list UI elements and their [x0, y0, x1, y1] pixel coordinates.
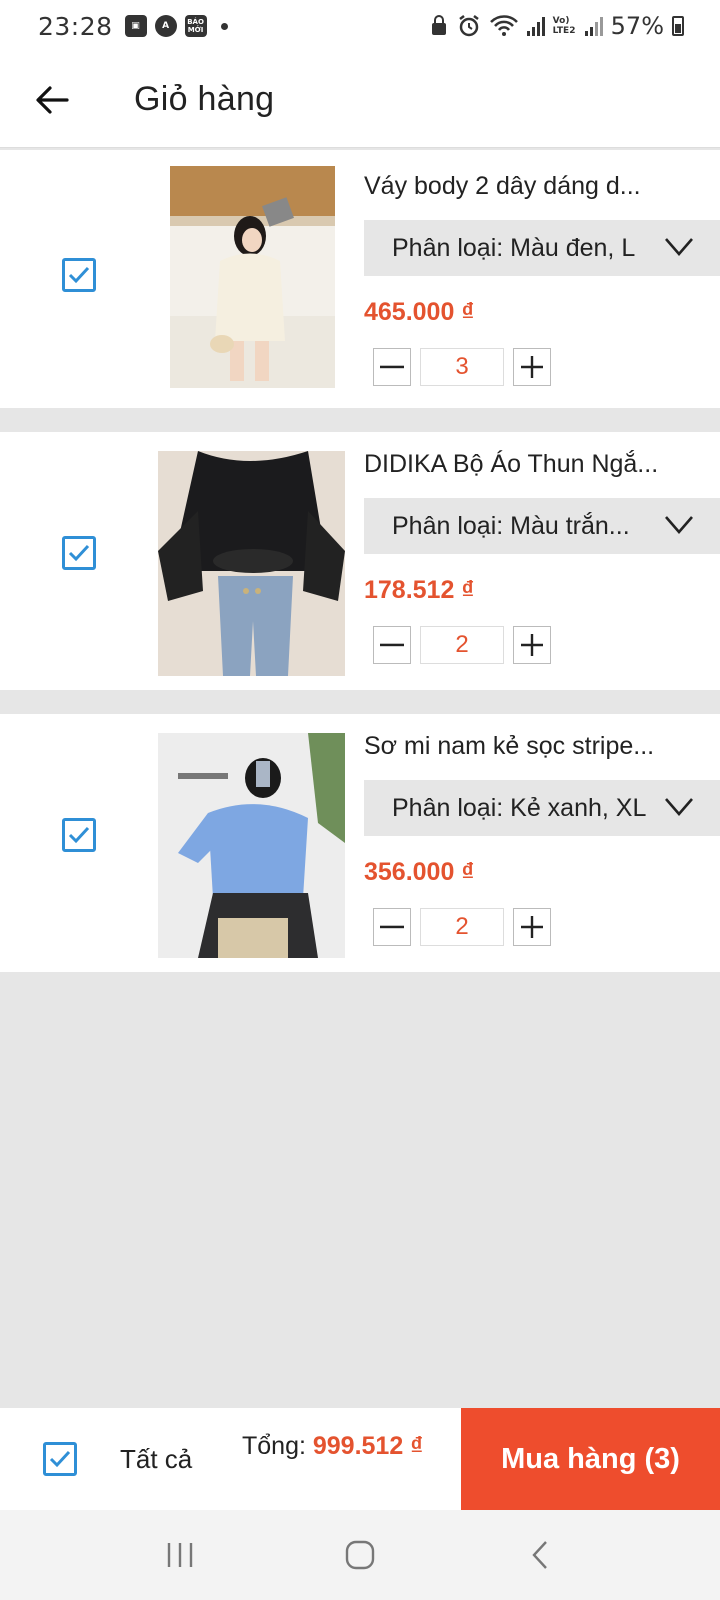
quantity-stepper: 2 — [373, 908, 551, 946]
product-title[interactable]: Sơ mi nam kẻ sọc stripe... — [364, 732, 664, 761]
product-price: 465.000 ₫ — [364, 298, 475, 326]
battery-percent: 57% — [610, 12, 664, 40]
lock-rotation-icon — [431, 15, 446, 35]
total-amount: Tổng: 999.512 ₫ — [242, 1432, 423, 1461]
quantity-input[interactable]: 2 — [420, 626, 504, 664]
select-all-checkbox[interactable] — [43, 1442, 77, 1476]
product-price: 178.512 ₫ — [364, 576, 475, 604]
increase-button[interactable] — [513, 626, 551, 664]
minus-icon — [380, 925, 404, 929]
plus-icon — [521, 634, 543, 656]
increase-button[interactable] — [513, 908, 551, 946]
check-icon — [68, 826, 90, 844]
product-image[interactable] — [170, 166, 335, 388]
quantity-stepper: 3 — [373, 348, 551, 386]
product-price: 356.000 ₫ — [364, 858, 475, 886]
increase-button[interactable] — [513, 348, 551, 386]
select-all-label[interactable]: Tất cả — [120, 1444, 192, 1475]
back-nav-button[interactable] — [510, 1525, 570, 1585]
item-checkbox[interactable] — [62, 818, 96, 852]
product-image[interactable] — [158, 733, 345, 958]
chevron-down-icon — [665, 238, 693, 256]
item-checkbox[interactable] — [62, 258, 96, 292]
chevron-down-icon — [665, 516, 693, 534]
variant-selector[interactable]: Phân loại: Màu đen, L — [364, 220, 720, 276]
status-bar: 23:28 ▣ A BÁO MỚI Vo) LTE2 57% — [0, 0, 720, 52]
checkout-bar: Tất cả Tổng: 999.512 ₫ Mua hàng (3) — [0, 1408, 720, 1510]
home-icon — [345, 1540, 375, 1570]
product-title[interactable]: DIDIKA Bộ Áo Thun Ngắ... — [364, 450, 664, 479]
home-button[interactable] — [330, 1525, 390, 1585]
decrease-button[interactable] — [373, 348, 411, 386]
signal-icon — [526, 16, 545, 36]
a-icon: A — [154, 15, 177, 37]
check-icon — [49, 1450, 71, 1468]
arrow-left-icon — [36, 85, 69, 114]
plus-icon — [521, 916, 543, 938]
app-bar: Giỏ hàng — [0, 52, 720, 148]
signal-2-icon — [584, 16, 603, 36]
variant-selector[interactable]: Phân loại: Màu trắn... — [364, 498, 720, 554]
quantity-stepper: 2 — [373, 626, 551, 664]
back-button[interactable] — [22, 70, 82, 130]
minus-icon — [380, 365, 404, 369]
decrease-button[interactable] — [373, 908, 411, 946]
quantity-input[interactable]: 2 — [420, 908, 504, 946]
status-right: Vo) LTE2 57% — [429, 12, 684, 40]
variant-label: Phân loại: Kẻ xanh, XL — [392, 793, 647, 822]
cart-item: Váy body 2 dây dáng d... Phân loại: Màu … — [0, 150, 720, 408]
system-nav-bar — [0, 1510, 720, 1600]
battery-icon — [672, 16, 684, 36]
buy-button[interactable]: Mua hàng (3) — [461, 1408, 720, 1510]
total-label: Tổng: — [242, 1432, 313, 1460]
page-title: Giỏ hàng — [134, 80, 275, 118]
variant-label: Phân loại: Màu trắn... — [392, 511, 630, 540]
cart-item: Sơ mi nam kẻ sọc stripe... Phân loại: Kẻ… — [0, 714, 720, 972]
minus-icon — [380, 643, 404, 647]
image-icon: ▣ — [124, 15, 147, 37]
baomoi-icon: BÁO MỚI — [184, 15, 207, 37]
decrease-button[interactable] — [373, 626, 411, 664]
check-icon — [68, 266, 90, 284]
item-checkbox[interactable] — [62, 536, 96, 570]
back-icon — [532, 1541, 547, 1569]
wifi-icon — [489, 15, 518, 36]
check-icon — [68, 544, 90, 562]
quantity-input[interactable]: 3 — [420, 348, 504, 386]
status-time: 23:28 — [38, 11, 113, 41]
product-image[interactable] — [158, 451, 345, 676]
chevron-down-icon — [665, 798, 693, 816]
recent-apps-button[interactable] — [150, 1525, 210, 1585]
cart-item: DIDIKA Bộ Áo Thun Ngắ... Phân loại: Màu … — [0, 432, 720, 690]
variant-selector[interactable]: Phân loại: Kẻ xanh, XL — [364, 780, 720, 836]
notification-icons: ▣ A BÁO MỚI — [124, 15, 228, 37]
recent-apps-icon — [167, 1543, 193, 1567]
variant-label: Phân loại: Màu đen, L — [392, 233, 636, 262]
product-title[interactable]: Váy body 2 dây dáng d... — [364, 172, 664, 201]
total-value: 999.512 ₫ — [312, 1432, 424, 1460]
alarm-icon — [458, 15, 479, 37]
lte-label: Vo) LTE2 — [552, 16, 576, 36]
plus-icon — [521, 356, 543, 378]
more-notifications-dot — [220, 22, 228, 30]
